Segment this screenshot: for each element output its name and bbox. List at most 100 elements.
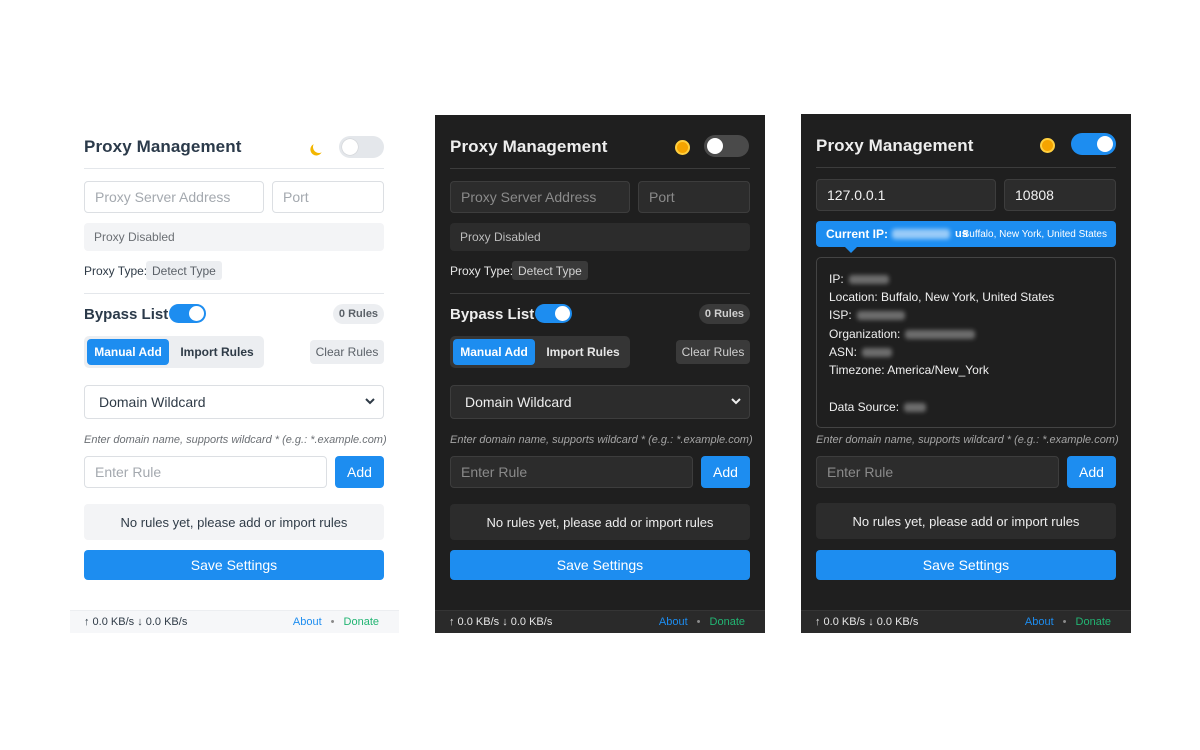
proxy-server-input[interactable]: 127.0.0.1 xyxy=(816,179,996,211)
proxy-toggle[interactable] xyxy=(339,136,384,158)
save-settings-button[interactable]: Save Settings xyxy=(816,550,1116,580)
about-link[interactable]: About xyxy=(1025,616,1054,628)
proxy-type-badge: Detect Type xyxy=(512,261,588,280)
rule-mode-tabs: Manual Add Import Rules xyxy=(84,336,264,368)
toggle-knob xyxy=(707,138,723,154)
proxy-server-input[interactable]: Proxy Server Address xyxy=(450,181,630,213)
info-ip-label: IP: xyxy=(829,272,844,286)
chevron-down-icon xyxy=(731,398,741,405)
sun-icon[interactable] xyxy=(677,142,688,153)
proxy-panel-dark: Proxy Management Proxy Server Address Po… xyxy=(435,115,765,633)
port-input[interactable]: 10808 xyxy=(1004,179,1116,211)
divider xyxy=(450,168,750,169)
proxy-panel-active: Proxy Management 127.0.0.1 10808 Current… xyxy=(801,114,1131,633)
separator-dot: • xyxy=(330,616,335,628)
port-input[interactable]: Port xyxy=(638,181,750,213)
traffic-speed: ↑ 0.0 KB/s ↓ 0.0 KB/s xyxy=(449,616,553,628)
separator-dot: • xyxy=(696,616,701,628)
info-isp-label: ISP: xyxy=(829,308,852,322)
info-isp: ISP: xyxy=(829,308,905,322)
page-title: Proxy Management xyxy=(816,136,974,155)
bypass-toggle[interactable] xyxy=(535,304,572,323)
divider xyxy=(816,167,1116,168)
bypass-toggle[interactable] xyxy=(169,304,206,323)
moon-icon[interactable] xyxy=(312,140,326,154)
toggle-knob xyxy=(1097,136,1113,152)
toggle-knob xyxy=(342,139,358,155)
rule-input[interactable]: Enter Rule xyxy=(816,456,1059,488)
info-location: Location: Buffalo, New York, United Stat… xyxy=(829,290,1055,304)
proxy-type-label: Proxy Type: xyxy=(84,264,148,278)
current-ip-bar[interactable]: Current IP: us Buffalo, New York, United… xyxy=(816,221,1116,247)
bypass-list-title: Bypass List xyxy=(84,306,169,323)
save-settings-button[interactable]: Save Settings xyxy=(84,550,384,580)
rule-hint: Enter domain name, supports wildcard * (… xyxy=(84,434,387,446)
clear-rules-button[interactable]: Clear Rules xyxy=(676,340,750,364)
tab-manual-add[interactable]: Manual Add xyxy=(453,339,535,365)
ip-location: Buffalo, New York, United States xyxy=(962,228,1107,240)
about-link[interactable]: About xyxy=(659,616,688,628)
sun-icon[interactable] xyxy=(1042,140,1053,151)
tab-import-rules[interactable]: Import Rules xyxy=(175,339,259,365)
rule-type-value: Domain Wildcard xyxy=(99,394,206,410)
proxy-panel-light: Proxy Management Proxy Server Address Po… xyxy=(70,115,399,633)
rules-count-badge: 0 Rules xyxy=(333,304,384,324)
footer-bar: ↑ 0.0 KB/s ↓ 0.0 KB/s About • Donate xyxy=(801,610,1131,633)
page-title: Proxy Management xyxy=(450,137,608,156)
divider xyxy=(84,293,384,294)
save-settings-button[interactable]: Save Settings xyxy=(450,550,750,580)
add-rule-button[interactable]: Add xyxy=(701,456,750,488)
footer-bar: ↑ 0.0 KB/s ↓ 0.0 KB/s About • Donate xyxy=(435,610,765,633)
redacted-value xyxy=(848,274,889,284)
rule-mode-tabs: Manual Add Import Rules xyxy=(450,336,630,368)
tab-import-rules[interactable]: Import Rules xyxy=(541,339,625,365)
page-title: Proxy Management xyxy=(84,137,242,156)
proxy-server-input[interactable]: Proxy Server Address xyxy=(84,181,264,213)
toggle-knob xyxy=(555,306,570,321)
bypass-list-title: Bypass List xyxy=(450,306,535,323)
empty-rules-message: No rules yet, please add or import rules xyxy=(84,504,384,540)
donate-link[interactable]: Donate xyxy=(710,616,745,628)
about-link[interactable]: About xyxy=(293,616,322,628)
ip-info-panel: IP: Location: Buffalo, New York, United … xyxy=(816,257,1116,428)
redacted-value xyxy=(904,402,927,412)
rule-type-value: Domain Wildcard xyxy=(465,394,572,410)
traffic-speed: ↑ 0.0 KB/s ↓ 0.0 KB/s xyxy=(84,616,188,628)
empty-rules-message: No rules yet, please add or import rules xyxy=(450,504,750,540)
tooltip-caret xyxy=(845,247,857,253)
add-rule-button[interactable]: Add xyxy=(335,456,384,488)
current-ip-label: Current IP: xyxy=(826,227,889,241)
empty-rules-message: No rules yet, please add or import rules xyxy=(816,503,1116,539)
donate-link[interactable]: Donate xyxy=(344,616,379,628)
info-asn-label: ASN: xyxy=(829,345,858,359)
screenshot-stage: Proxy Management Proxy Server Address Po… xyxy=(0,0,1200,750)
port-input[interactable]: Port xyxy=(272,181,384,213)
tab-manual-add[interactable]: Manual Add xyxy=(87,339,169,365)
clear-rules-button[interactable]: Clear Rules xyxy=(310,340,384,364)
info-org-label: Organization: xyxy=(829,327,901,341)
proxy-toggle[interactable] xyxy=(1071,133,1116,155)
proxy-toggle[interactable] xyxy=(704,135,749,157)
rule-hint: Enter domain name, supports wildcard * (… xyxy=(816,434,1119,446)
info-organization: Organization: xyxy=(829,327,976,341)
rule-input[interactable]: Enter Rule xyxy=(84,456,327,488)
footer-bar: ↑ 0.0 KB/s ↓ 0.0 KB/s About • Donate xyxy=(70,610,399,633)
proxy-type-label: Proxy Type: xyxy=(450,264,514,278)
info-data-source: Data Source: xyxy=(829,400,927,414)
info-asn: ASN: xyxy=(829,345,893,359)
add-rule-button[interactable]: Add xyxy=(1067,456,1116,488)
redacted-ip xyxy=(892,229,951,239)
divider xyxy=(450,293,750,294)
rule-type-select[interactable]: Domain Wildcard xyxy=(450,385,750,419)
info-source-label: Data Source: xyxy=(829,400,900,414)
toggle-knob xyxy=(189,306,204,321)
redacted-value xyxy=(905,329,976,339)
info-timezone: Timezone: America/New_York xyxy=(829,363,989,377)
traffic-speed: ↑ 0.0 KB/s ↓ 0.0 KB/s xyxy=(815,616,919,628)
donate-link[interactable]: Donate xyxy=(1076,616,1111,628)
rule-type-select[interactable]: Domain Wildcard xyxy=(84,385,384,419)
rule-input[interactable]: Enter Rule xyxy=(450,456,693,488)
rule-hint: Enter domain name, supports wildcard * (… xyxy=(450,434,753,446)
rules-count-badge: 0 Rules xyxy=(699,304,750,324)
proxy-type-badge: Detect Type xyxy=(146,261,222,280)
